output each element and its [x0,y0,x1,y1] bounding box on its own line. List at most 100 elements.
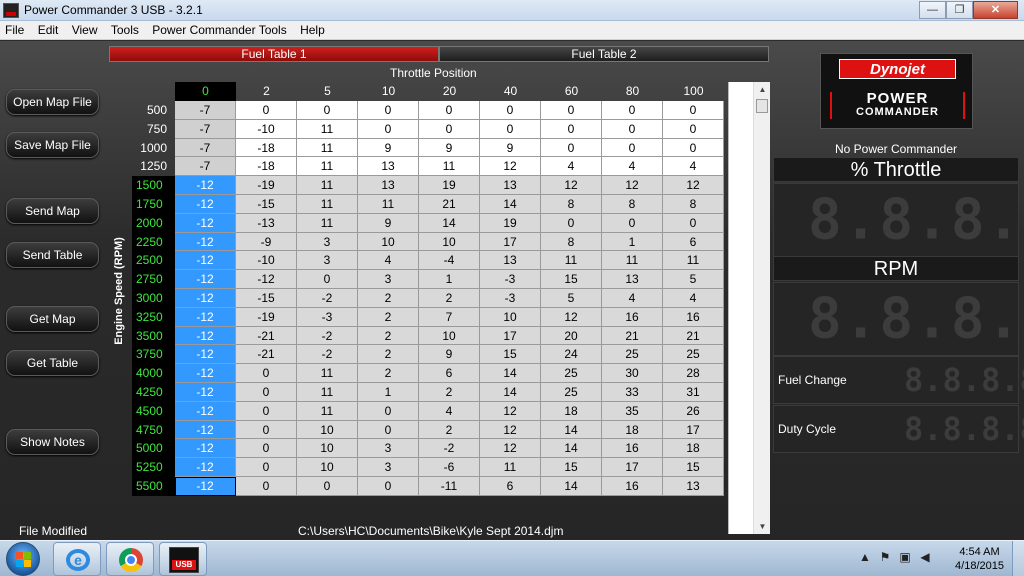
table-cell[interactable]: 1 [358,383,419,402]
table-cell[interactable]: 12 [480,420,541,440]
table-cell[interactable]: 0 [297,101,358,120]
table-cell[interactable]: 14 [541,477,602,496]
table-cell[interactable]: -10 [236,251,297,271]
scroll-thumb[interactable] [756,99,768,113]
table-cell[interactable]: 0 [541,101,602,120]
table-cell[interactable]: 16 [602,307,663,327]
table-cell[interactable]: 24 [541,345,602,365]
table-cell[interactable]: 11 [297,157,358,177]
menu-help[interactable]: Help [295,21,330,37]
title-bar[interactable]: Power Commander 3 USB - 3.2.1 — ❐ ✕ [0,0,1024,21]
table-cell[interactable]: 13 [602,270,663,289]
table-cell[interactable]: -21 [236,345,297,365]
table-cell[interactable]: 17 [480,326,541,346]
scroll-up-icon[interactable]: ▲ [754,82,771,97]
table-cell[interactable]: 0 [663,138,724,158]
table-cell[interactable]: -12 [175,458,236,477]
table-cell[interactable]: -3 [480,270,541,289]
table-cell[interactable]: -21 [236,326,297,346]
start-button[interactable] [6,542,40,576]
table-cell[interactable]: 0 [480,119,541,139]
table-cell[interactable]: 5 [541,289,602,308]
table-cell[interactable]: -12 [175,383,236,402]
table-cell[interactable]: 13 [663,477,724,496]
table-cell[interactable]: 0 [236,364,297,383]
table-cell[interactable]: -13 [236,213,297,233]
get-map-button[interactable]: Get Map [6,306,99,332]
table-cell[interactable]: 16 [602,477,663,496]
maximize-button[interactable]: ❐ [946,1,973,19]
table-cell[interactable]: -12 [236,270,297,289]
table-cell[interactable]: 21 [663,326,724,346]
table-cell[interactable]: 0 [236,439,297,459]
column-header-100[interactable]: 100 [663,82,724,101]
table-cell[interactable]: -12 [175,289,236,308]
table-cell[interactable]: -19 [236,307,297,327]
table-cell[interactable]: 0 [419,101,480,120]
table-cell[interactable]: -18 [236,157,297,177]
table-cell[interactable]: -12 [175,213,236,233]
table-cell[interactable]: -7 [175,119,236,139]
table-cell[interactable]: 17 [663,420,724,440]
table-cell[interactable]: -12 [175,364,236,383]
table-cell[interactable]: 26 [663,401,724,421]
table-cell[interactable]: -12 [175,477,236,496]
vertical-scrollbar[interactable]: ▲ ▼ [753,82,770,534]
table-cell[interactable]: 1 [602,232,663,252]
table-cell[interactable]: -12 [175,439,236,459]
table-cell[interactable]: 5 [663,270,724,289]
row-header-rpm[interactable]: 3250 [132,307,175,327]
table-cell[interactable]: 12 [541,307,602,327]
row-header-rpm[interactable]: 4750 [132,420,175,440]
table-cell[interactable]: 10 [297,439,358,459]
table-cell[interactable]: 19 [480,213,541,233]
column-header-10[interactable]: 10 [358,82,419,101]
column-header-80[interactable]: 80 [602,82,663,101]
table-cell[interactable]: 11 [358,195,419,214]
table-cell[interactable]: 8 [541,232,602,252]
table-cell[interactable]: 9 [480,138,541,158]
menu-tools[interactable]: Tools [106,21,144,37]
table-cell[interactable]: -12 [175,420,236,440]
table-cell[interactable]: -4 [419,251,480,271]
table-cell[interactable]: 0 [663,119,724,139]
table-cell[interactable]: 4 [602,289,663,308]
table-cell[interactable]: 3 [358,439,419,459]
action-center-icon[interactable]: ⚑ [878,548,892,566]
table-cell[interactable]: 0 [541,119,602,139]
table-cell[interactable]: -15 [236,289,297,308]
table-cell[interactable]: -12 [175,195,236,214]
table-cell[interactable]: 11 [297,138,358,158]
table-cell[interactable]: -3 [480,289,541,308]
table-cell[interactable]: 10 [358,232,419,252]
row-header-rpm[interactable]: 3750 [132,345,175,365]
table-cell[interactable]: 25 [541,364,602,383]
table-cell[interactable]: 12 [480,157,541,177]
table-cell[interactable]: 8 [602,195,663,214]
table-cell[interactable]: 0 [358,420,419,440]
volume-icon[interactable]: ◀ [918,548,932,566]
table-cell[interactable]: -10 [236,119,297,139]
menu-view[interactable]: View [67,21,103,37]
table-cell[interactable]: 31 [663,383,724,402]
table-cell[interactable]: 0 [358,401,419,421]
table-cell[interactable]: 11 [663,251,724,271]
table-cell[interactable]: 6 [663,232,724,252]
row-header-rpm[interactable]: 2000 [132,213,175,233]
table-cell[interactable]: 10 [419,232,480,252]
close-button[interactable]: ✕ [973,1,1018,19]
table-cell[interactable]: 4 [541,157,602,177]
tab-fuel-table-2[interactable]: Fuel Table 2 [439,46,769,62]
table-cell[interactable]: 9 [358,213,419,233]
table-cell[interactable]: 14 [419,213,480,233]
minimize-button[interactable]: — [919,1,946,19]
table-cell[interactable]: 35 [602,401,663,421]
table-cell[interactable]: 4 [419,401,480,421]
table-cell[interactable]: 33 [602,383,663,402]
table-cell[interactable]: -2 [297,345,358,365]
column-header-60[interactable]: 60 [541,82,602,101]
column-header-2[interactable]: 2 [236,82,297,101]
table-cell[interactable]: 9 [419,345,480,365]
save-map-file-button[interactable]: Save Map File [6,132,99,158]
tab-fuel-table-1[interactable]: Fuel Table 1 [109,46,439,62]
